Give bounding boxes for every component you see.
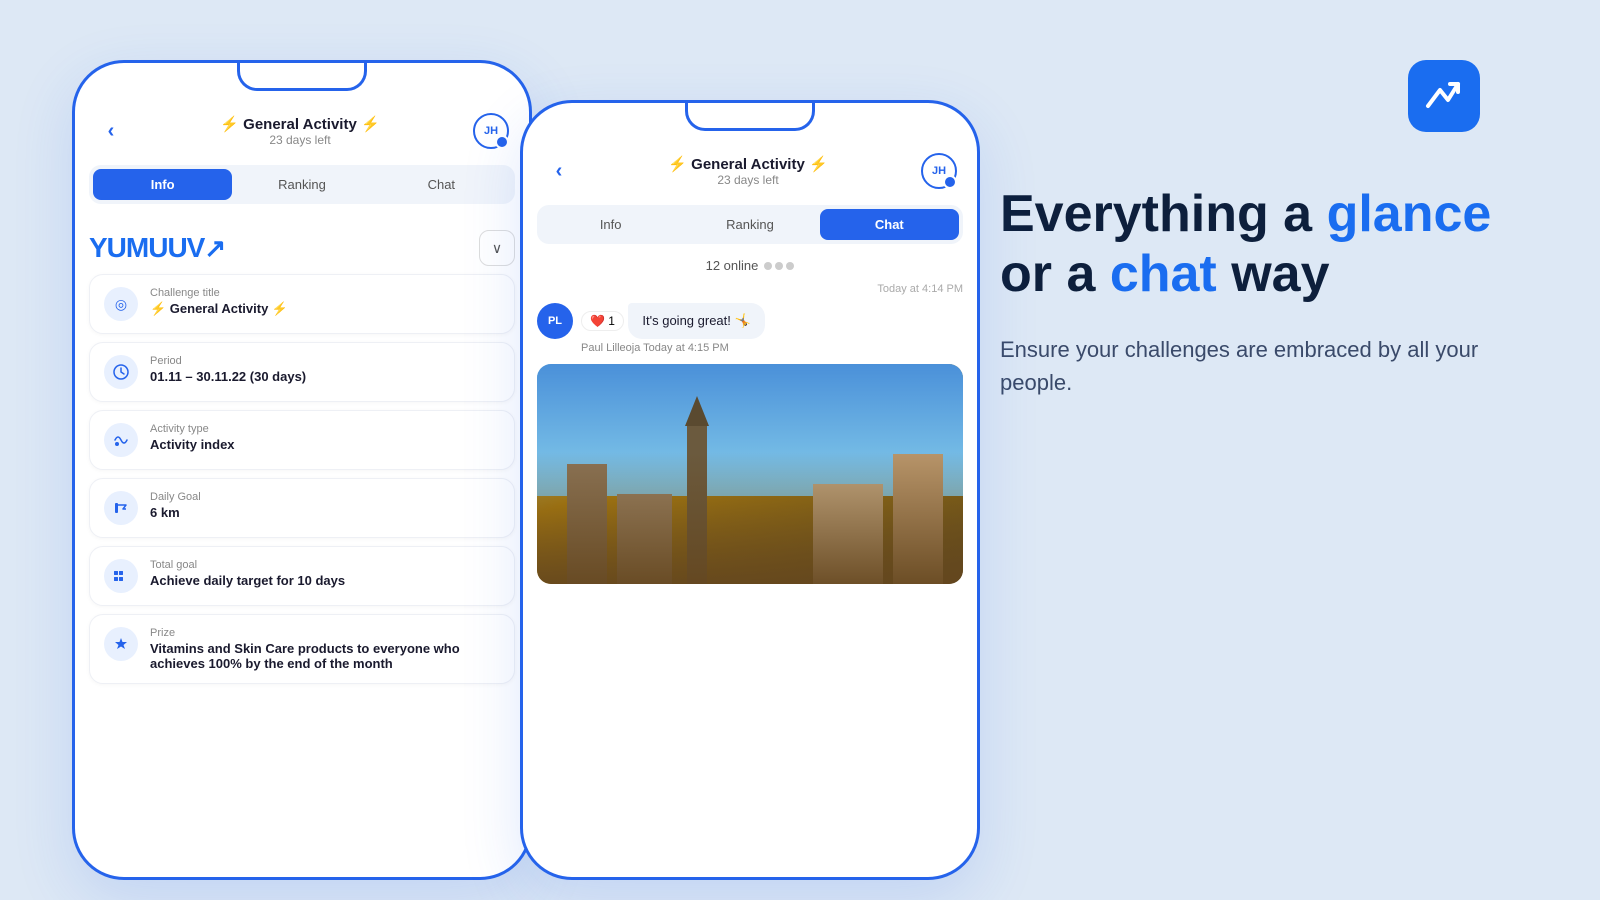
dot-3 (786, 262, 794, 270)
prize-value: Vitamins and Skin Care products to every… (150, 641, 500, 671)
phone-2-subtitle: 23 days left (575, 173, 921, 187)
online-count: 12 online (706, 258, 759, 273)
tab-ranking[interactable]: Ranking (232, 169, 371, 200)
back-button[interactable]: ‹ (95, 115, 127, 147)
brand-logo: YUMUUV↗ (89, 232, 225, 264)
prize-label: Prize (150, 627, 500, 639)
card-challenge-title: ◎ Challenge title ⚡ General Activity ⚡ (89, 274, 515, 334)
card-activity-type: Activity type Activity index (89, 410, 515, 470)
daily-goal-value: 6 km (150, 505, 201, 520)
app-logo (1408, 60, 1480, 132)
phone-1-tabs: Info Ranking Chat (89, 165, 515, 204)
chevron-button[interactable]: ∨ (479, 230, 515, 266)
activity-type-value: Activity index (150, 437, 235, 452)
phone-2-header: ‹ ⚡ General Activity ⚡ 23 days left JH (523, 141, 977, 197)
chat-bubble-wrap: ❤️ 1 It's going great! 🤸 Paul Lilleoja T… (581, 303, 963, 354)
challenge-title-icon: ◎ (104, 287, 138, 321)
tab-chat-2[interactable]: Chat (820, 209, 959, 240)
avatar-button-2[interactable]: JH (921, 153, 957, 189)
card-total-goal: Total goal Achieve daily target for 10 d… (89, 546, 515, 606)
period-value: 01.11 – 30.11.22 (30 days) (150, 369, 306, 384)
daily-goal-icon (104, 491, 138, 525)
phone-2-tabs: Info Ranking Chat (537, 205, 963, 244)
card-daily-goal: Daily Goal 6 km (89, 478, 515, 538)
brand-row: YUMUUV↗ ∨ (89, 220, 515, 274)
daily-goal-label: Daily Goal (150, 491, 201, 503)
chat-message-row: PL ❤️ 1 It's going great! 🤸 Paul Lilleoj… (523, 299, 977, 358)
headline-section: Everything a glance or a chat way Ensure… (1000, 185, 1500, 399)
challenge-title-label: Challenge title (150, 287, 288, 299)
dot-1 (764, 262, 772, 270)
headline-text: Everything a glance or a chat way (1000, 185, 1500, 305)
phone-1-header: ‹ ⚡ General Activity ⚡ 23 days left JH (75, 101, 529, 157)
headline-subtext: Ensure your challenges are embraced by a… (1000, 333, 1500, 399)
tab-info[interactable]: Info (93, 169, 232, 200)
tab-chat[interactable]: Chat (372, 169, 511, 200)
back-button-2[interactable]: ‹ (543, 155, 575, 187)
chat-bubble: It's going great! 🤸 (628, 303, 764, 339)
chat-image (537, 364, 963, 584)
avatar-button[interactable]: JH (473, 113, 509, 149)
phone-1-title: ⚡ General Activity ⚡ 23 days left (127, 115, 473, 147)
reaction-badge[interactable]: ❤️ 1 (581, 311, 624, 331)
activity-type-icon (104, 423, 138, 457)
city-silhouette (537, 452, 963, 584)
total-goal-icon (104, 559, 138, 593)
phone-2-notch (685, 103, 815, 131)
dot-2 (775, 262, 783, 270)
challenge-title-value: ⚡ General Activity ⚡ (150, 301, 288, 317)
phone-1-content: YUMUUV↗ ∨ ◎ Challenge title ⚡ General Ac… (75, 212, 529, 700)
phone-1-title-text: ⚡ General Activity ⚡ (127, 115, 473, 133)
phone-1-notch (237, 63, 367, 91)
phone-1: ‹ ⚡ General Activity ⚡ 23 days left JH I… (72, 60, 532, 880)
online-bar: 12 online (523, 252, 977, 279)
chat-avatar: PL (537, 303, 573, 339)
prize-icon (104, 627, 138, 661)
tab-info-2[interactable]: Info (541, 209, 680, 240)
period-label: Period (150, 355, 306, 367)
phone-1-subtitle: 23 days left (127, 133, 473, 147)
period-icon (104, 355, 138, 389)
card-prize: Prize Vitamins and Skin Care products to… (89, 614, 515, 684)
total-goal-value: Achieve daily target for 10 days (150, 573, 345, 588)
online-dots (764, 262, 794, 270)
tab-ranking-2[interactable]: Ranking (680, 209, 819, 240)
chat-timestamp: Today at 4:14 PM (523, 279, 977, 299)
phone-2: ‹ ⚡ General Activity ⚡ 23 days left JH I… (520, 100, 980, 880)
total-goal-label: Total goal (150, 559, 345, 571)
chat-sender: Paul Lilleoja Today at 4:15 PM (581, 342, 963, 354)
phone-2-title-text: ⚡ General Activity ⚡ (575, 155, 921, 173)
phone-2-title: ⚡ General Activity ⚡ 23 days left (575, 155, 921, 187)
activity-type-label: Activity type (150, 423, 235, 435)
card-period: Period 01.11 – 30.11.22 (30 days) (89, 342, 515, 402)
